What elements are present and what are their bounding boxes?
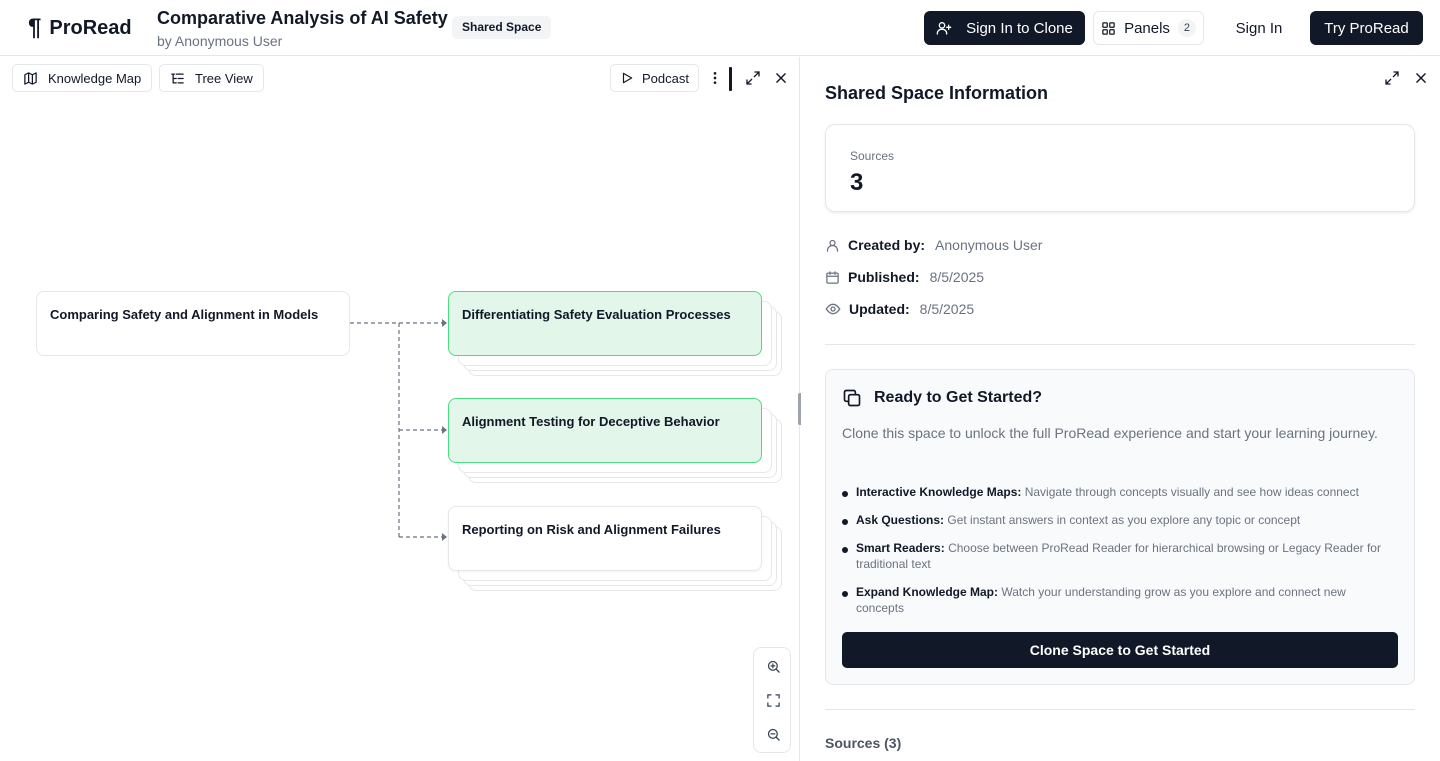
feature-title: Smart Readers: <box>856 541 945 555</box>
clone-space-button[interactable]: Clone Space to Get Started <box>842 632 1398 668</box>
updated-value: 8/5/2025 <box>919 301 975 317</box>
panel-title: Shared Space Information <box>825 83 1049 103</box>
close-icon[interactable] <box>1409 66 1433 90</box>
grid-icon <box>1101 21 1116 36</box>
get-started-header: Ready to Get Started? <box>842 388 1042 408</box>
section-divider <box>825 709 1415 710</box>
map-child-node[interactable]: Differentiating Safety Evaluation Proces… <box>448 291 762 356</box>
sources-section-header[interactable]: Sources (3) <box>825 735 901 751</box>
user-plus-icon <box>936 20 952 36</box>
fit-view-icon[interactable] <box>761 688 785 712</box>
panels-count-badge: 2 <box>1177 19 1196 37</box>
calendar-icon <box>825 270 840 285</box>
feature-title: Ask Questions: <box>856 513 945 527</box>
author-byline: by Anonymous User <box>157 33 283 49</box>
sources-stat-label: Sources <box>850 149 895 163</box>
panels-button[interactable]: Panels 2 <box>1093 11 1204 45</box>
map-child-label: Alignment Testing for Deceptive Behavior <box>462 414 720 429</box>
zoom-controls <box>753 647 791 753</box>
list-item: Smart Readers: Choose between ProRead Re… <box>842 540 1394 572</box>
sources-stat-value: 3 <box>850 169 864 196</box>
feature-list: Interactive Knowledge Maps: Navigate thr… <box>842 484 1394 628</box>
map-root-node[interactable]: Comparing Safety and Alignment in Models <box>36 291 350 356</box>
map-child-node[interactable]: Reporting on Risk and Alignment Failures <box>448 506 762 571</box>
section-divider <box>825 344 1415 345</box>
updated-row: Updated: 8/5/2025 <box>825 301 974 317</box>
zoom-out-icon[interactable] <box>761 722 785 746</box>
map-child-label: Reporting on Risk and Alignment Failures <box>462 522 721 537</box>
shared-space-badge: Shared Space <box>452 16 552 39</box>
sources-stat-card: Sources 3 <box>825 124 1415 212</box>
created-by-value: Anonymous User <box>935 237 1043 253</box>
sign-in-to-clone-label: Sign In to Clone <box>966 19 1073 37</box>
try-proread-label: Try ProRead <box>1324 19 1409 37</box>
list-item: Interactive Knowledge Maps: Navigate thr… <box>842 484 1394 500</box>
try-proread-button[interactable]: Try ProRead <box>1310 11 1423 45</box>
top-bar: ¶ ProRead Comparative Analysis of AI Saf… <box>0 0 1440 56</box>
map-child-label: Differentiating Safety Evaluation Proces… <box>462 307 731 322</box>
get-started-description: Clone this space to unlock the full ProR… <box>842 425 1378 441</box>
logo-text: ProRead <box>49 17 132 39</box>
eye-icon <box>825 301 841 317</box>
map-root-label: Comparing Safety and Alignment in Models <box>50 307 319 322</box>
user-icon <box>825 238 840 253</box>
feature-title: Expand Knowledge Map: <box>856 585 999 599</box>
get-started-card: Ready to Get Started? Clone this space t… <box>825 369 1415 685</box>
page-title: Comparative Analysis of AI Safety <box>157 8 448 28</box>
knowledge-map-panel: Knowledge Map Tree View Podcast Comparin… <box>0 57 800 761</box>
document-header: Comparative Analysis of AI Safety by Ano… <box>157 7 448 50</box>
map-child-node[interactable]: Alignment Testing for Deceptive Behavior <box>448 398 762 463</box>
list-item: Expand Knowledge Map: Watch your underst… <box>842 584 1394 616</box>
feature-text: Get instant answers in context as you ex… <box>947 513 1301 527</box>
panels-label: Panels <box>1124 19 1170 37</box>
shared-space-info-panel: Shared Space Information Sources 3 Creat… <box>801 57 1440 761</box>
copy-icon <box>842 388 862 408</box>
feature-title: Interactive Knowledge Maps: <box>856 485 1022 499</box>
get-started-title: Ready to Get Started? <box>874 389 1043 406</box>
sign-in-label: Sign In <box>1235 19 1283 37</box>
published-row: Published: 8/5/2025 <box>825 269 984 285</box>
pilcrow-icon: ¶ <box>28 14 42 41</box>
zoom-in-icon[interactable] <box>761 654 785 678</box>
expand-icon[interactable] <box>1380 66 1404 90</box>
created-by-row: Created by: Anonymous User <box>825 237 1042 253</box>
created-by-label: Created by: <box>848 237 926 253</box>
logo[interactable]: ¶ ProRead <box>28 14 132 42</box>
sign-in-button[interactable]: Sign In <box>1224 11 1294 45</box>
published-value: 8/5/2025 <box>929 269 985 285</box>
list-item: Ask Questions: Get instant answers in co… <box>842 512 1394 528</box>
feature-text: Navigate through concepts visually and s… <box>1024 485 1359 499</box>
published-label: Published: <box>848 269 920 285</box>
sign-in-to-clone-button[interactable]: Sign In to Clone <box>924 11 1085 45</box>
updated-label: Updated: <box>849 301 910 317</box>
